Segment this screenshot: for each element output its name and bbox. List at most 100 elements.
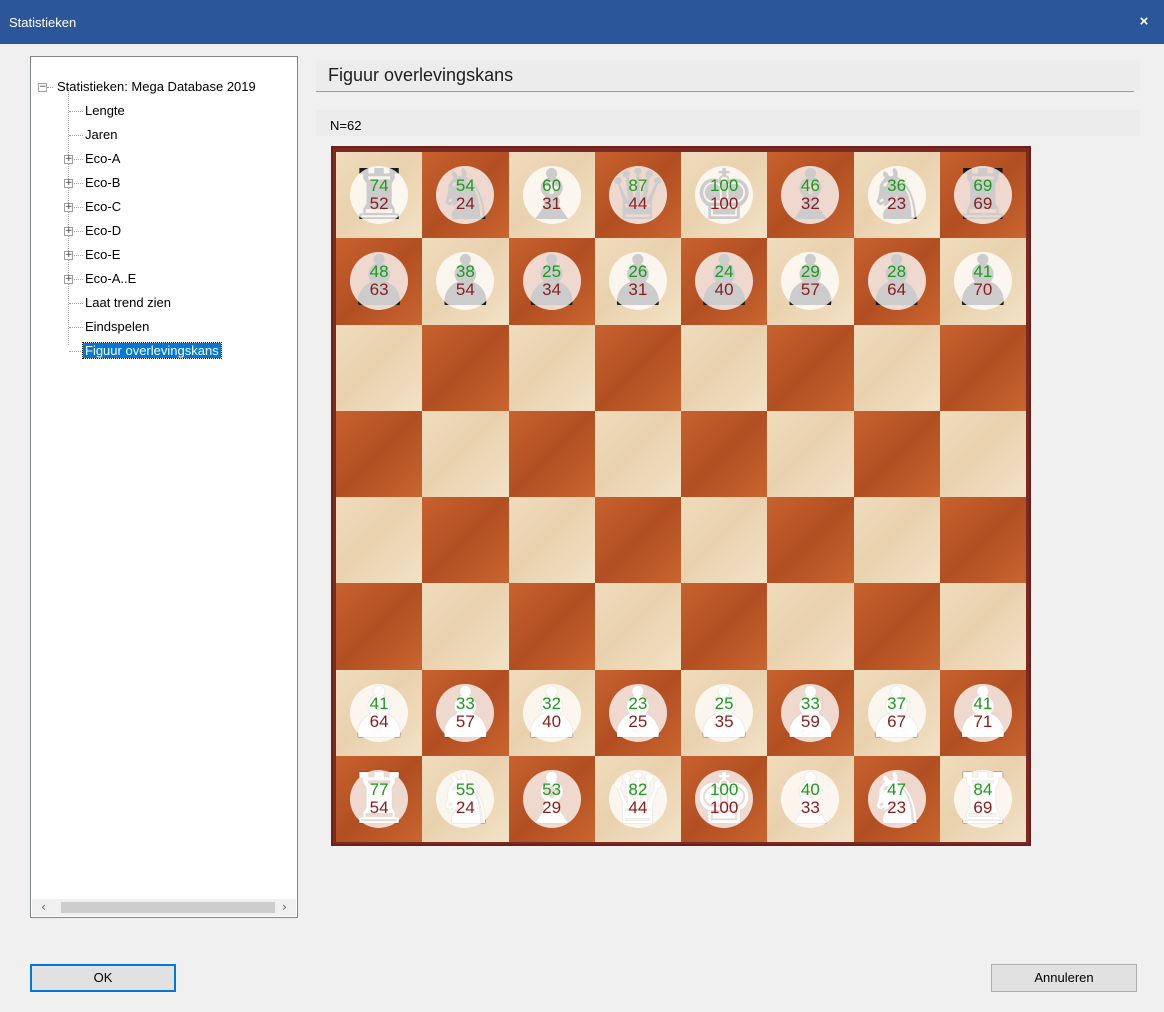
survival-stat: 100 100: [695, 769, 754, 828]
cancel-button[interactable]: Annuleren: [991, 964, 1137, 992]
tree-item-label: Eco-D: [85, 223, 122, 238]
board-square: [508, 324, 595, 411]
stat-red-value: 44: [628, 194, 648, 214]
board-square: ♚100100: [681, 152, 768, 239]
stat-red-value: 70: [973, 280, 993, 300]
stat-red-value: 32: [800, 194, 820, 214]
tree-item[interactable]: Jaren: [83, 125, 120, 145]
survival-stat: 55 24: [436, 769, 495, 828]
board-square: ♜7452: [336, 152, 423, 239]
collapse-icon[interactable]: −: [38, 83, 47, 92]
stat-green-value: 53: [542, 779, 562, 799]
stat-red-value: 54: [455, 280, 475, 300]
board-square: [767, 583, 854, 670]
board-square: ♜7754: [336, 755, 423, 842]
tree-item-label: Laat trend zien: [85, 295, 172, 310]
statistics-tree[interactable]: − Statistieken: Mega Database 2019 Lengt…: [30, 56, 298, 918]
tree-item[interactable]: Eco-B: [83, 173, 122, 193]
stat-green-value: 47: [887, 779, 907, 799]
board-square: ♟4164: [336, 669, 423, 756]
ok-button[interactable]: OK: [30, 964, 176, 992]
survival-stat: 40 33: [781, 769, 840, 828]
tree-item[interactable]: Eco-C: [83, 197, 123, 217]
sample-count: N=62: [330, 118, 362, 133]
expand-icon[interactable]: +: [64, 155, 73, 164]
board-square: [336, 583, 423, 670]
stat-green-value: 100: [709, 176, 739, 196]
board-square: [853, 583, 940, 670]
survival-stat: 41 64: [350, 683, 409, 742]
tree-item-label: Eco-E: [85, 247, 121, 262]
board-square: ♟2864: [853, 238, 940, 325]
stat-red-value: 57: [800, 280, 820, 300]
tree-root[interactable]: Statistieken: Mega Database 2019: [55, 77, 258, 97]
tree-item[interactable]: Figuur overlevingskans: [82, 341, 222, 361]
board-square: [594, 497, 681, 584]
expand-icon[interactable]: +: [64, 179, 73, 188]
board-square: ♟2535: [681, 669, 768, 756]
horizontal-scrollbar[interactable]: ‹ ›: [32, 899, 296, 916]
expand-icon[interactable]: +: [64, 251, 73, 260]
page-title: Figuur overlevingskans: [328, 65, 514, 85]
stat-green-value: 55: [455, 779, 475, 799]
tree-item[interactable]: Lengte: [83, 101, 127, 121]
board-square: ♞5424: [422, 152, 509, 239]
tree-root-label: Statistieken: Mega Database 2019: [57, 79, 256, 94]
stat-green-value: 48: [369, 262, 389, 282]
tree-item[interactable]: Eindspelen: [83, 317, 151, 337]
expand-icon[interactable]: +: [64, 275, 73, 284]
stat-green-value: 41: [973, 693, 993, 713]
stat-red-value: 23: [887, 797, 907, 817]
survival-stat: 53 29: [522, 769, 581, 828]
board-square: ♟3359: [767, 669, 854, 756]
stat-green-value: 36: [887, 176, 907, 196]
stat-red-value: 24: [455, 797, 475, 817]
survival-stat: 60 31: [522, 166, 581, 225]
stat-green-value: 40: [800, 779, 820, 799]
tree-item[interactable]: Eco-E: [83, 245, 122, 265]
board-square: [594, 410, 681, 497]
tree-line: [69, 303, 83, 304]
tree-item-label: Eco-A: [85, 151, 121, 166]
board-square: ♞4723: [853, 755, 940, 842]
tree-item[interactable]: Eco-A..E: [83, 269, 138, 289]
expand-icon[interactable]: +: [64, 203, 73, 212]
board-square: ♝5329: [508, 755, 595, 842]
stat-red-value: 100: [709, 797, 739, 817]
board-square: [508, 497, 595, 584]
stat-green-value: 29: [800, 262, 820, 282]
expand-icon[interactable]: +: [64, 227, 73, 236]
scroll-thumb[interactable]: [61, 902, 275, 913]
board-square: [939, 324, 1026, 411]
stat-red-value: 64: [887, 280, 907, 300]
board-square: ♛8744: [594, 152, 681, 239]
tree-item[interactable]: Eco-A: [83, 149, 122, 169]
survival-stat: 33 59: [781, 683, 840, 742]
board-square: ♚100100: [681, 755, 768, 842]
board-square: [336, 497, 423, 584]
stat-green-value: 87: [628, 176, 648, 196]
stat-red-value: 54: [369, 797, 389, 817]
scroll-left-icon[interactable]: ‹: [35, 899, 52, 916]
board-square: [594, 324, 681, 411]
board-square: [767, 410, 854, 497]
stat-red-value: 33: [800, 797, 820, 817]
board-square: ♜6969: [939, 152, 1026, 239]
tree-item[interactable]: Laat trend zien: [83, 293, 173, 313]
stat-green-value: 60: [542, 176, 562, 196]
tree-item-label: Figuur overlevingskans: [82, 342, 222, 359]
stat-red-value: 25: [628, 711, 648, 731]
board-square: [767, 497, 854, 584]
chess-board: ♜7452♞5424♝6031♛8744♚100100♝4632♞3623♜69…: [331, 146, 1031, 846]
stat-red-value: 44: [628, 797, 648, 817]
stat-red-value: 31: [628, 280, 648, 300]
board-square: [336, 410, 423, 497]
stat-green-value: 38: [455, 262, 475, 282]
stat-green-value: 33: [800, 693, 820, 713]
close-icon[interactable]: ×: [1132, 11, 1156, 33]
heading-divider: [316, 91, 1134, 92]
board-square: [767, 324, 854, 411]
scroll-right-icon[interactable]: ›: [276, 899, 293, 916]
board-square: ♝4632: [767, 152, 854, 239]
tree-item[interactable]: Eco-D: [83, 221, 123, 241]
